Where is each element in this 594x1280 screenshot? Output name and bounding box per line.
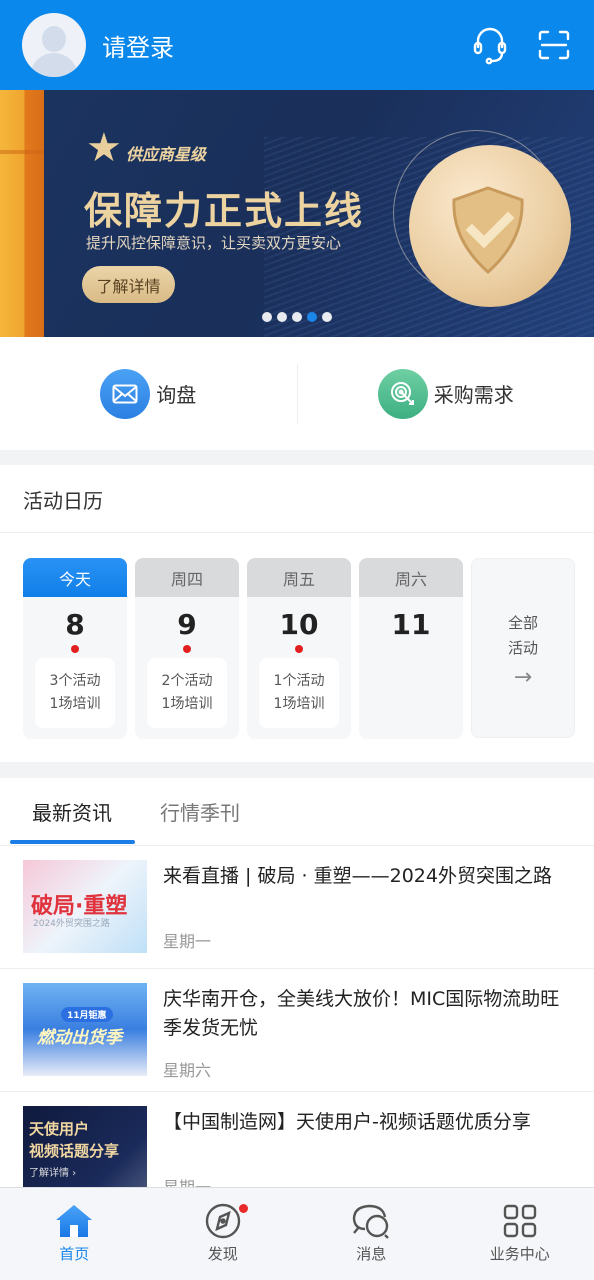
news-item[interactable]: 破局·重塑 2024外贸突围之路 来看直播 | 破局 · 重塑——2024外贸突… xyxy=(0,846,594,969)
day-number: 10 xyxy=(279,608,319,641)
day-head: 周四 xyxy=(135,558,239,597)
day-head: 今天 xyxy=(23,558,127,597)
news-tabs: 最新资讯 行情季刊 xyxy=(0,778,594,846)
avatar-head-shape xyxy=(42,26,66,52)
nav-business-center-label: 业务中心 xyxy=(489,1245,550,1263)
news-item[interactable]: 11月钜惠 燃动出货季 庆华南开仓，全美线大放价！MIC国际物流助旺季发货无忧 … xyxy=(0,969,594,1092)
thumb-subtitle: 11月钜惠 xyxy=(61,1007,113,1022)
top-header: 请登录 xyxy=(0,0,594,90)
sourcing-request-button[interactable]: 采购需求 xyxy=(298,337,594,450)
nav-discover[interactable]: 发现 xyxy=(149,1188,298,1280)
bottom-navigation: 首页 发现 消息 业务中心 xyxy=(0,1187,594,1280)
chat-icon xyxy=(353,1204,390,1239)
thumb-title: 天使用户 xyxy=(29,1120,90,1138)
day-number: 9 xyxy=(177,608,197,641)
thumb-more-link: 了解详情 › xyxy=(29,1168,77,1179)
carousel-dot[interactable] xyxy=(262,312,272,322)
nav-messages[interactable]: 消息 xyxy=(297,1188,446,1280)
quick-actions: 询盘 采购需求 xyxy=(0,337,594,450)
all-activities-label-1: 全部 xyxy=(507,614,538,632)
news-body: 来看直播 | 破局 · 重塑——2024外贸突围之路 星期一 xyxy=(163,860,594,968)
news-thumbnail: 破局·重塑 2024外贸突围之路 xyxy=(23,860,147,953)
tab-market-quarterly[interactable]: 行情季刊 xyxy=(160,778,240,846)
inquiry-label: 询盘 xyxy=(156,383,197,407)
nav-home-label: 首页 xyxy=(59,1245,90,1263)
training-count: 1场培训 xyxy=(161,696,213,712)
shield-check-icon xyxy=(452,186,524,275)
section-title: 活动日历 xyxy=(0,465,594,533)
training-count: 1场培训 xyxy=(49,696,101,712)
avatar[interactable] xyxy=(22,13,86,77)
tab-latest-news[interactable]: 最新资讯 xyxy=(32,778,112,846)
day-info: 3个活动 1场培训 xyxy=(35,658,115,728)
news-title: 【中国制造网】天使用户-视频话题优质分享 xyxy=(163,1111,531,1133)
headset-icon[interactable] xyxy=(470,25,510,65)
inquiry-button[interactable]: 询盘 xyxy=(0,337,297,450)
arrow-right-icon: → xyxy=(513,665,533,690)
notification-badge xyxy=(238,1204,248,1213)
news-title: 来看直播 | 破局 · 重塑——2024外贸突围之路 xyxy=(163,865,552,887)
carousel-dot[interactable] xyxy=(322,312,332,322)
news-body: 【中国制造网】天使用户-视频话题优质分享 星期一 xyxy=(163,1106,594,1198)
banner-title: 保障力正式上线 xyxy=(84,189,365,233)
carousel-indicator xyxy=(262,312,332,322)
banner-subtitle: 提升风控保障意识，让买卖双方更安心 xyxy=(86,234,342,252)
calendar-days: 今天 8 3个活动 1场培训 周四 9 2个活动 1场培训 周五 10 1个活动… xyxy=(23,558,575,739)
promo-banner[interactable]: ★ 供应商星级 保障力正式上线 提升风控保障意识，让买卖双方更安心 了解详情 xyxy=(0,90,594,337)
day-info: 2个活动 1场培训 xyxy=(147,658,227,728)
all-activities-label-2: 活动 xyxy=(507,639,538,657)
supplier-star-badge: ★ 供应商星级 xyxy=(86,128,206,168)
login-link[interactable]: 请登录 xyxy=(102,28,446,63)
carousel-dot[interactable] xyxy=(277,312,287,322)
training-count: 1场培训 xyxy=(273,696,325,712)
news-date: 星期六 xyxy=(163,1061,212,1080)
gift-box-image xyxy=(0,90,44,337)
news-thumbnail: 11月钜惠 燃动出货季 xyxy=(23,983,147,1076)
mail-icon xyxy=(100,368,151,419)
day-info: 1个活动 1场培训 xyxy=(259,658,339,728)
activity-count: 2个活动 xyxy=(161,673,213,689)
calendar-day-today[interactable]: 今天 8 3个活动 1场培训 xyxy=(23,558,127,739)
event-dot xyxy=(295,645,303,653)
target-icon xyxy=(377,368,428,419)
all-activities-button[interactable]: 全部 活动 → xyxy=(471,558,575,738)
thumb-title: 燃动出货季 xyxy=(37,1028,122,1048)
star-icon: ★ xyxy=(86,125,122,171)
news-date: 星期一 xyxy=(163,932,212,951)
home-icon xyxy=(56,1205,93,1237)
avatar-body-shape xyxy=(30,53,78,77)
compass-icon xyxy=(205,1203,240,1239)
calendar-day[interactable]: 周六 11 xyxy=(359,558,463,739)
event-dot xyxy=(71,645,79,653)
carousel-dot-active[interactable] xyxy=(307,312,317,322)
learn-more-button[interactable]: 了解详情 xyxy=(82,266,175,303)
news-title: 庆华南开仓，全美线大放价！MIC国际物流助旺季发货无忧 xyxy=(163,988,560,1039)
day-number: 8 xyxy=(65,608,85,641)
calendar-day[interactable]: 周四 9 2个活动 1场培训 xyxy=(135,558,239,739)
thumb-subtitle: 2024外贸突围之路 xyxy=(33,919,110,929)
thumb-subtitle: 视频话题分享 xyxy=(29,1142,120,1160)
nav-discover-label: 发现 xyxy=(207,1245,238,1263)
badge-text: 供应商星级 xyxy=(125,145,206,164)
calendar-day[interactable]: 周五 10 1个活动 1场培训 xyxy=(247,558,351,739)
news-thumbnail: 天使用户 视频话题分享 了解详情 › xyxy=(23,1106,147,1198)
news-item[interactable]: 天使用户 视频话题分享 了解详情 › 【中国制造网】天使用户-视频话题优质分享 … xyxy=(0,1092,594,1198)
sourcing-request-label: 采购需求 xyxy=(433,383,514,407)
carousel-dot[interactable] xyxy=(292,312,302,322)
day-head: 周六 xyxy=(359,558,463,597)
scan-icon[interactable] xyxy=(534,25,574,65)
activity-count: 1个活动 xyxy=(273,673,325,689)
event-dot xyxy=(183,645,191,653)
news-section: 最新资讯 行情季刊 破局·重塑 2024外贸突围之路 来看直播 | 破局 · 重… xyxy=(0,778,594,1198)
nav-business-center[interactable]: 业务中心 xyxy=(446,1188,594,1280)
active-tab-indicator xyxy=(10,840,135,844)
activity-calendar: 活动日历 今天 8 3个活动 1场培训 周四 9 2个活动 1场培训 周五 10 xyxy=(0,465,594,762)
activity-count: 3个活动 xyxy=(49,673,101,689)
nav-messages-label: 消息 xyxy=(356,1245,387,1263)
day-head: 周五 xyxy=(247,558,351,597)
grid-icon xyxy=(503,1204,536,1238)
nav-home[interactable]: 首页 xyxy=(0,1188,149,1280)
day-number: 11 xyxy=(391,608,431,641)
news-body: 庆华南开仓，全美线大放价！MIC国际物流助旺季发货无忧 星期六 xyxy=(163,983,594,1091)
